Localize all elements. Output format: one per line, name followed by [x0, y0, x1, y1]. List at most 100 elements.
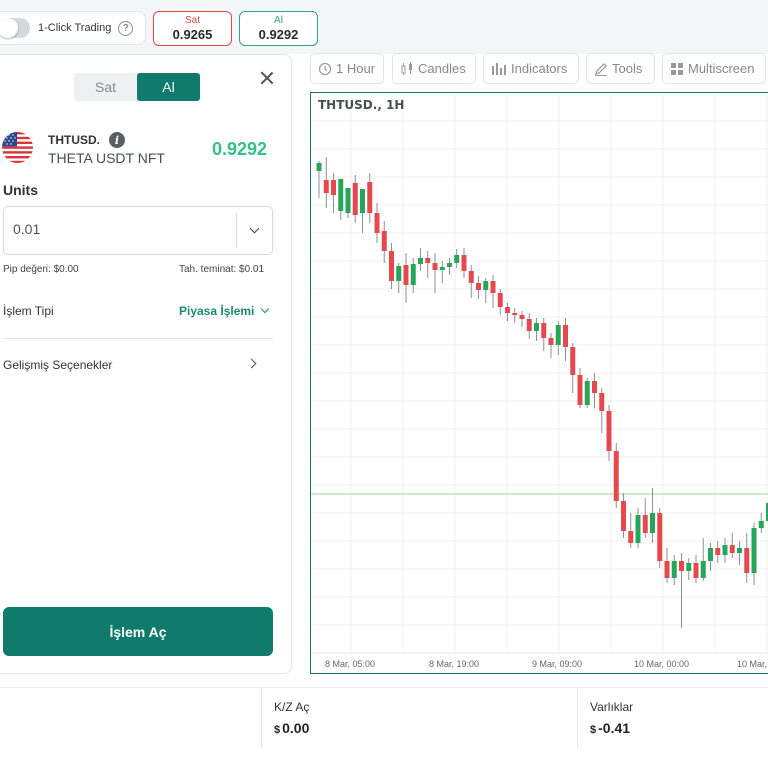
chevron-right-icon[interactable] — [246, 358, 257, 369]
candle-body-up — [635, 515, 641, 543]
units-label: Units — [3, 182, 38, 198]
one-click-label: 1-Click Trading — [38, 22, 112, 34]
candle-body-up — [338, 179, 344, 211]
candle-body-down — [519, 315, 525, 319]
buy-quote-button[interactable]: Al 0.9292 — [239, 11, 318, 46]
candle-body-down — [577, 375, 583, 405]
toggle-knob — [0, 18, 18, 38]
price-chart[interactable]: 8 Mar, 05:00 8 Mar, 19:00 9 Mar, 09:00 10 M… — [310, 92, 768, 674]
indicators-button[interactable]: Indicators — [483, 53, 579, 84]
assets-currency: $ — [590, 724, 597, 736]
open-pl-label: K/Z Aç — [274, 700, 310, 714]
candle-body-down — [461, 255, 467, 271]
account-footer: K/Z Aç $0.00 Varlıklar $ -0.41 — [0, 687, 768, 748]
advanced-options[interactable]: Gelişmiş Seçenekler — [3, 358, 112, 372]
clock-icon — [318, 62, 332, 75]
candle-body-down — [729, 545, 735, 553]
candle-body-down — [613, 451, 619, 501]
candle-body-down — [432, 263, 438, 270]
candle-body-down — [374, 213, 380, 233]
chart-type-button[interactable]: Candles — [392, 53, 476, 84]
candle-body-up — [722, 545, 728, 555]
candle-body-down — [679, 561, 684, 571]
sell-quote-button[interactable]: Sat 0.9265 — [153, 11, 232, 46]
one-click-toggle[interactable] — [0, 18, 30, 38]
candle-body-down — [744, 548, 750, 573]
candle-body-down — [490, 281, 496, 293]
time-axis-label: 10 Mar, 14:00 — [737, 659, 768, 669]
candle-body-down — [606, 411, 612, 451]
question-circle-icon[interactable]: ? — [118, 20, 134, 36]
order-panel: Sat Al THTUSD. i THETA USDT NFT 0.9292 U… — [0, 54, 292, 674]
candle-body-up — [316, 163, 322, 171]
candle-body-up — [737, 548, 742, 553]
candle-body-down — [563, 325, 568, 347]
close-icon[interactable] — [258, 69, 276, 87]
interval-button[interactable]: 1 Hour — [310, 53, 384, 84]
units-field — [3, 206, 273, 255]
candle-body-up — [751, 528, 757, 573]
candle-body-up — [483, 281, 489, 290]
side-selector: Sat Al — [74, 73, 200, 101]
chevron-down-icon[interactable] — [249, 223, 260, 234]
candle-body-up — [650, 513, 655, 533]
candle-body-up — [686, 563, 692, 571]
units-input[interactable] — [13, 221, 213, 237]
candle-body-down — [657, 513, 663, 561]
order-type-dropdown[interactable]: Piyasa İşlemi — [179, 304, 254, 318]
candle-body-down — [323, 180, 329, 193]
candle-body-down — [693, 563, 699, 578]
candle-body-up — [758, 521, 764, 528]
order-type-chevron-icon[interactable] — [260, 304, 270, 314]
candle-body-down — [621, 501, 626, 531]
interval-label: 1 Hour — [336, 61, 376, 76]
buy-quote-label: Al — [274, 15, 283, 26]
candle-body-down — [599, 393, 605, 411]
candle-body-down — [403, 265, 409, 285]
tools-button[interactable]: Tools — [586, 53, 655, 84]
candle-body-up — [396, 266, 402, 281]
candle-body-down — [468, 271, 474, 283]
candle-body-down — [389, 251, 394, 281]
candle-body-down — [352, 183, 358, 215]
open-pl-amount: 0.00 — [282, 720, 310, 736]
candle-body-down — [381, 231, 387, 251]
chart-type-label: Candles — [418, 61, 466, 76]
time-axis-label: 10 Mar, 00:00 — [634, 659, 689, 669]
candle-body-down — [548, 338, 554, 345]
candle-body-up — [410, 264, 416, 285]
pencil-icon — [595, 62, 607, 76]
candle-body-up — [700, 561, 706, 578]
assets-amount: -0.41 — [598, 720, 631, 736]
info-icon[interactable]: i — [109, 132, 125, 148]
multiscreen-icon — [671, 62, 683, 75]
symbol-price: 0.9292 — [212, 139, 268, 159]
open-pl-section: K/Z Aç $0.00 — [261, 688, 309, 748]
pip-value: Pip değeri: $0.00 — [3, 264, 79, 275]
top-bar: 1-Click Trading ? Sat 0.9265 Al 0.9292 — [0, 0, 768, 54]
candle-body-down — [476, 283, 481, 290]
multiscreen-button[interactable]: Multiscreen — [662, 53, 766, 84]
tab-buy[interactable]: Al — [137, 73, 200, 101]
candle-body-down — [642, 515, 648, 533]
candle-body-down — [512, 313, 518, 315]
estimated-margin: Tah. teminat: $0.01 — [179, 264, 265, 275]
symbol-code: THTUSD. — [48, 133, 100, 147]
candle-body-up — [454, 255, 460, 263]
time-axis-label: 8 Mar, 05:00 — [325, 659, 375, 669]
sell-quote-label: Sat — [184, 15, 200, 26]
candle-body-down — [367, 182, 373, 213]
time-axis-label: 8 Mar, 19:00 — [429, 659, 479, 669]
tab-sell[interactable]: Sat — [74, 73, 137, 101]
candles-icon — [401, 61, 412, 75]
indicators-label: Indicators — [511, 61, 568, 76]
candle-body-up — [439, 267, 445, 270]
candle-body-up — [447, 263, 452, 267]
buy-quote-price: 0.9292 — [258, 27, 299, 42]
candle-body-down — [664, 561, 670, 578]
open-trade-button[interactable]: İşlem Aç — [3, 607, 273, 656]
chart-title: THTUSD., 1H — [318, 98, 405, 112]
one-click-trading: 1-Click Trading ? — [0, 11, 146, 45]
time-axis-label: 9 Mar, 09:00 — [532, 659, 582, 669]
assets-value: $ -0.41 — [590, 720, 633, 736]
